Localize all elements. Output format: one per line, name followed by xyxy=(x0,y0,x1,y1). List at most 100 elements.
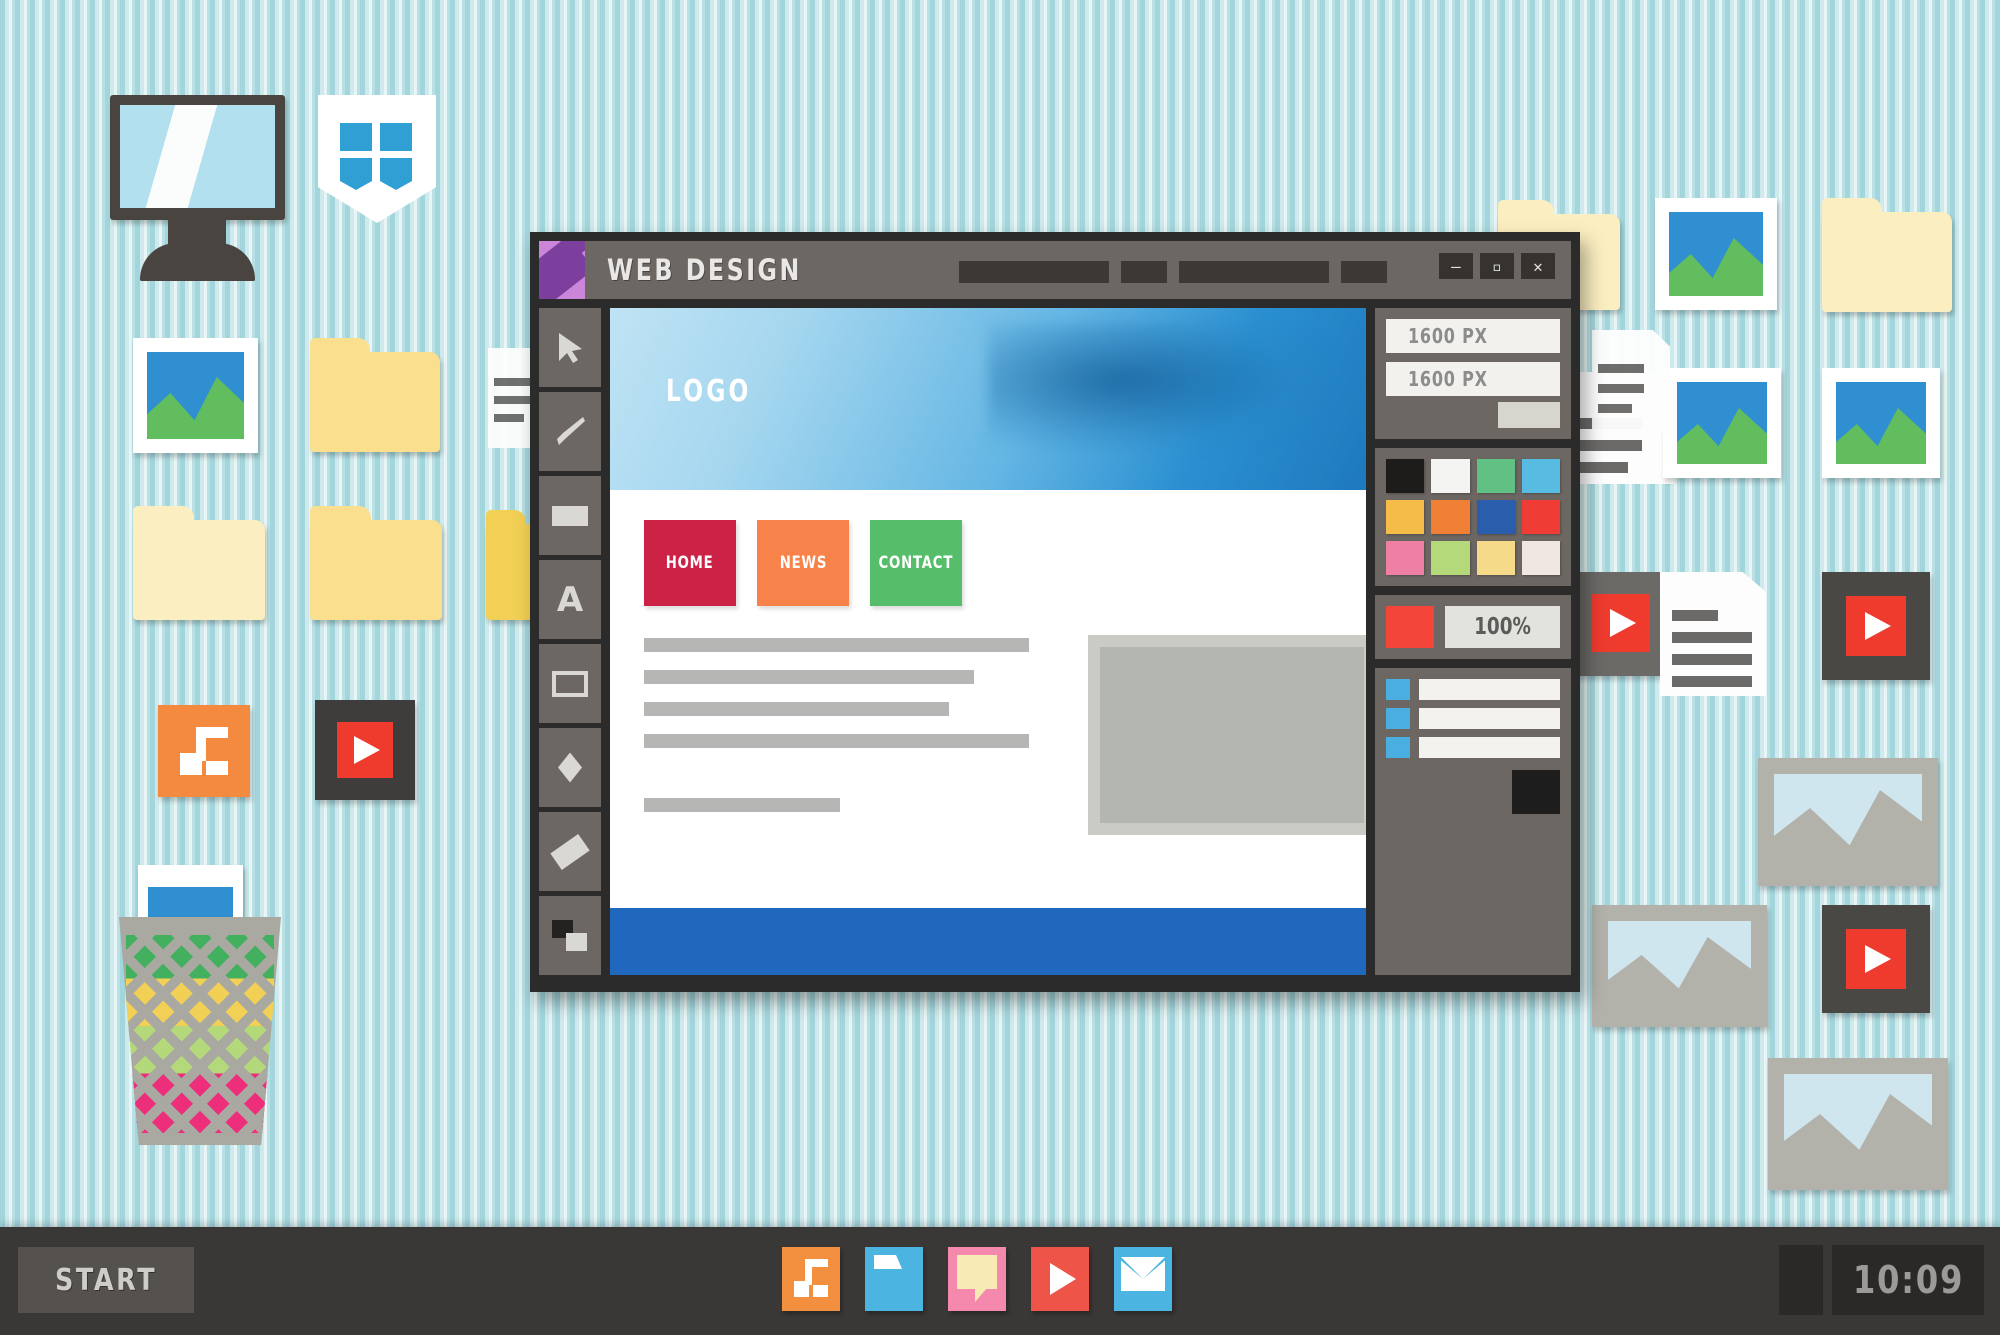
layer-item[interactable] xyxy=(1386,679,1560,700)
speech-bubble-icon xyxy=(957,1255,997,1289)
layer-thumbnail[interactable] xyxy=(1512,770,1560,814)
picture-icon[interactable] xyxy=(1663,368,1781,478)
video-app-icon[interactable] xyxy=(1822,572,1930,680)
zoom-section[interactable]: 100% xyxy=(1375,595,1571,659)
nav-label: NEWS xyxy=(779,553,827,573)
video-app-icon[interactable] xyxy=(1822,905,1930,1013)
current-color-chip[interactable] xyxy=(1386,606,1434,648)
system-tray[interactable]: 10:09 xyxy=(1779,1245,1984,1315)
color-swatch-white[interactable] xyxy=(1431,459,1470,493)
width-value: 1600 PX xyxy=(1407,324,1488,348)
color-palette-section[interactable] xyxy=(1375,448,1571,586)
photo-frame-thumb xyxy=(1774,774,1922,870)
hero-banner: LOGO xyxy=(610,308,1366,490)
files-taskbar-icon[interactable] xyxy=(865,1247,923,1311)
monitor-icon[interactable] xyxy=(110,95,285,220)
picture-icon[interactable] xyxy=(1822,368,1940,478)
color-swatch-orange[interactable] xyxy=(1431,500,1470,534)
video-app-icon[interactable] xyxy=(315,700,415,800)
clock[interactable]: 10:09 xyxy=(1832,1245,1984,1315)
color-swatch-pink[interactable] xyxy=(1386,541,1425,575)
color-swatch-grid[interactable] xyxy=(1386,459,1560,575)
start-button[interactable]: START xyxy=(18,1247,194,1313)
windows-shield-icon[interactable] xyxy=(318,95,436,223)
close-button[interactable]: ✕ xyxy=(1521,253,1555,279)
photo-frame-thumb xyxy=(1608,921,1751,1011)
music-taskbar-icon[interactable] xyxy=(782,1247,840,1311)
color-swatch-lightyellow[interactable] xyxy=(1476,541,1515,575)
mail-taskbar-icon[interactable] xyxy=(1114,1247,1172,1311)
taskbar-tray[interactable] xyxy=(782,1247,1172,1311)
menu-bar-segment[interactable] xyxy=(1121,261,1167,283)
play-icon xyxy=(1865,945,1891,973)
music-note-icon xyxy=(794,1259,828,1297)
chat-taskbar-icon[interactable] xyxy=(948,1247,1006,1311)
video-app-icon[interactable] xyxy=(1570,572,1674,676)
folder-tab xyxy=(310,506,371,522)
text-tool[interactable]: A xyxy=(539,560,601,639)
nav-button-news[interactable]: NEWS xyxy=(757,520,849,606)
music-app-icon[interactable] xyxy=(158,705,250,797)
document-icon[interactable] xyxy=(1660,572,1766,696)
video-taskbar-icon[interactable] xyxy=(1031,1247,1089,1311)
color-swatch-amber[interactable] xyxy=(1386,500,1425,534)
eraser-tool[interactable] xyxy=(539,812,601,891)
color-swatch-black[interactable] xyxy=(1386,459,1425,493)
zoom-level[interactable]: 100% xyxy=(1445,606,1560,648)
nav-button-home[interactable]: HOME xyxy=(644,520,736,606)
taskbar[interactable]: START 10:09 xyxy=(0,1227,2000,1335)
color-swatch-blue[interactable] xyxy=(1476,500,1515,534)
fill-rect-tool[interactable] xyxy=(539,476,601,555)
zoom-row[interactable]: 100% xyxy=(1386,606,1560,648)
color-picker-tool[interactable] xyxy=(539,896,601,975)
color-swatch-red[interactable] xyxy=(1521,500,1560,534)
menu-bar-segment[interactable] xyxy=(959,261,1109,283)
photo-frame-icon[interactable] xyxy=(1758,758,1938,886)
trash-body xyxy=(119,917,281,1145)
trash-bin-icon[interactable] xyxy=(110,865,290,1150)
shape-tool[interactable] xyxy=(539,728,601,807)
nav-button-contact[interactable]: CONTACT xyxy=(870,520,962,606)
photo-frame-icon[interactable] xyxy=(1592,905,1767,1027)
color-swatch-lightblue[interactable] xyxy=(1521,459,1560,493)
layers-section[interactable] xyxy=(1375,668,1571,975)
folder-icon[interactable] xyxy=(133,506,265,620)
web-design-window[interactable]: WEB DESIGN — ▫ ✕ A LOGO HOME NEWS CONTAC… xyxy=(530,232,1580,992)
pointer-tool[interactable] xyxy=(539,308,601,387)
picture-icon[interactable] xyxy=(1655,198,1777,310)
window-controls[interactable]: — ▫ ✕ xyxy=(1439,253,1555,279)
menu-bar-segment[interactable] xyxy=(1179,261,1329,283)
menu-bar-segment[interactable] xyxy=(1341,261,1387,283)
photo-frame-icon[interactable] xyxy=(1768,1058,1948,1190)
layer-list[interactable] xyxy=(1386,679,1560,758)
tool-palette[interactable]: A xyxy=(539,308,601,975)
folder-tab xyxy=(310,338,370,354)
minimize-button[interactable]: — xyxy=(1439,253,1473,279)
maximize-button[interactable]: ▫ xyxy=(1480,253,1514,279)
window-menu-bars[interactable] xyxy=(959,261,1387,283)
apply-button[interactable] xyxy=(1498,402,1560,428)
color-swatch-green[interactable] xyxy=(1476,459,1515,493)
shield-pane xyxy=(340,123,372,151)
window-titlebar[interactable]: WEB DESIGN — ▫ ✕ xyxy=(539,241,1571,299)
site-nav[interactable]: HOME NEWS CONTACT xyxy=(644,520,962,606)
height-input[interactable]: 1600 PX xyxy=(1386,362,1560,396)
tray-chip[interactable] xyxy=(1779,1245,1823,1315)
properties-panel[interactable]: 1600 PX 1600 PX 100% xyxy=(1375,308,1571,975)
folder-icon[interactable] xyxy=(310,338,440,452)
folder-icon[interactable] xyxy=(310,506,442,620)
image-placeholder[interactable] xyxy=(1088,635,1366,835)
canvas-size-section[interactable]: 1600 PX 1600 PX xyxy=(1375,308,1571,439)
rectangle-tool[interactable] xyxy=(539,644,601,723)
folder-icon[interactable] xyxy=(1822,198,1952,312)
document-icon[interactable] xyxy=(1592,330,1670,434)
color-swatch-offwhite[interactable] xyxy=(1521,541,1560,575)
video-tile-inner xyxy=(1846,929,1906,989)
layer-item[interactable] xyxy=(1386,737,1560,758)
design-canvas[interactable]: LOGO HOME NEWS CONTACT xyxy=(610,308,1366,975)
picture-icon[interactable] xyxy=(133,338,258,453)
color-swatch-lightgreen[interactable] xyxy=(1431,541,1470,575)
layer-item[interactable] xyxy=(1386,708,1560,729)
brush-tool[interactable] xyxy=(539,392,601,471)
width-input[interactable]: 1600 PX xyxy=(1386,319,1560,353)
